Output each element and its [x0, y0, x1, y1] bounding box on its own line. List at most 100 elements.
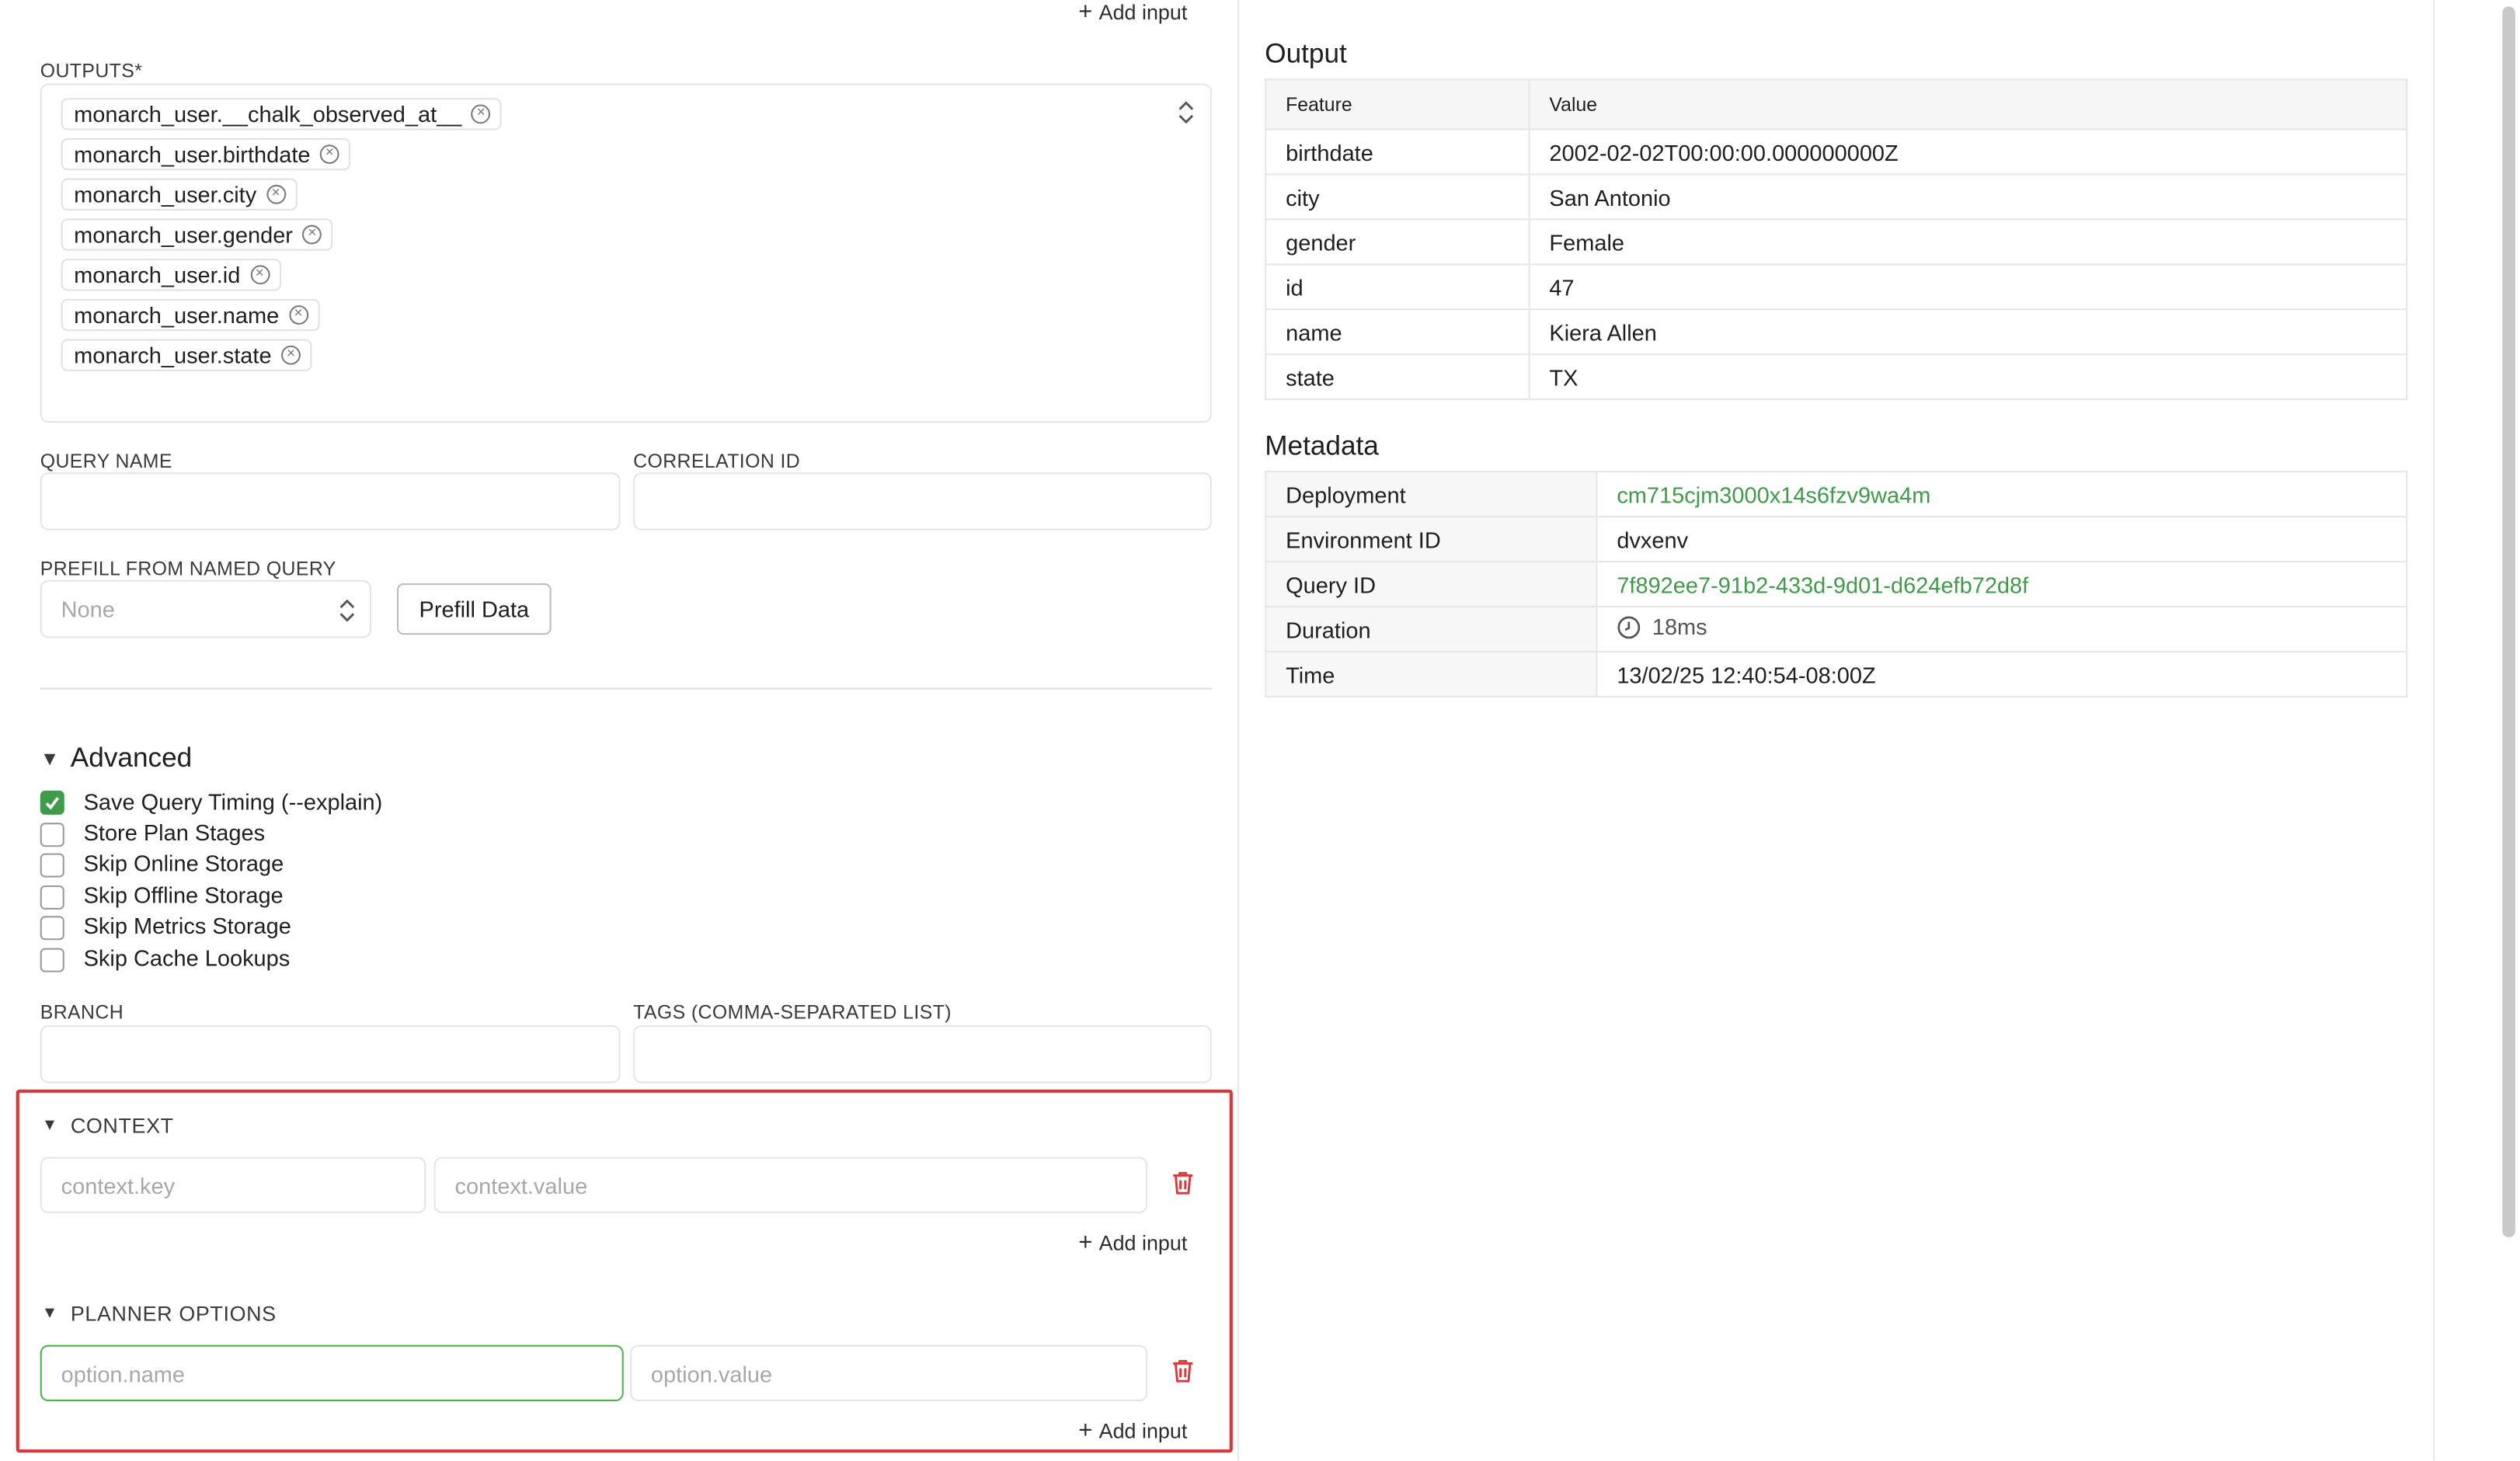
output-chip: monarch_user.__chalk_observed_at__ ✕	[61, 98, 503, 130]
value-cell: 47	[1528, 263, 2408, 311]
metadata-value: dvxenv	[1596, 516, 2408, 563]
table-row: Time 13/02/25 12:40:54-08:00Z	[1265, 650, 2408, 697]
caret-down-icon: ▼	[41, 1304, 58, 1323]
context-key-input[interactable]: context.key	[40, 1157, 426, 1214]
skip-online-storage-checkbox[interactable]	[40, 853, 64, 878]
chip-remove-icon[interactable]: ✕	[319, 144, 339, 165]
feature-cell: name	[1265, 308, 1530, 356]
save-query-timing-checkbox[interactable]	[40, 790, 64, 815]
table-row: birthdate 2002-02-02T00:00:00.000000000Z	[1265, 128, 2408, 176]
value-cell: Female	[1528, 218, 2408, 266]
plus-icon: +	[1078, 1417, 1093, 1445]
feature-column-header: Feature	[1265, 78, 1530, 130]
chip-label: monarch_user.birthdate	[74, 141, 311, 168]
add-input-label: Add input	[1098, 0, 1188, 25]
outputs-label: OUTPUTS*	[40, 59, 143, 82]
output-title: Output	[1265, 38, 1347, 69]
tags-label: TAGS (COMMA-SEPARATED LIST)	[633, 1000, 952, 1024]
skip-cache-lookups-checkbox[interactable]	[40, 948, 64, 972]
context-value-input[interactable]: context.value	[433, 1157, 1148, 1214]
table-row: city San Antonio	[1265, 173, 2408, 221]
output-chip: monarch_user.id ✕	[61, 259, 281, 291]
plus-icon: +	[1078, 0, 1093, 26]
table-row: name Kiera Allen	[1265, 308, 2408, 356]
value-cell: San Antonio	[1528, 173, 2408, 221]
add-input-button-top[interactable]: + Add input	[1078, 0, 1187, 24]
table-row: Duration 18ms	[1265, 605, 2408, 652]
value-cell: 2002-02-02T00:00:00.000000000Z	[1528, 128, 2408, 176]
store-plan-stages-label: Store Plan Stages	[83, 819, 266, 846]
metadata-key: Query ID	[1265, 561, 1598, 608]
table-header-row: Feature Value	[1265, 78, 2408, 130]
planner-options-toggle[interactable]: ▼ PLANNER OPTIONS	[42, 1302, 277, 1326]
table-row: state TX	[1265, 353, 2408, 401]
chip-label: monarch_user.state	[74, 342, 272, 368]
trash-icon[interactable]	[1171, 1170, 1194, 1195]
context-add-input-button[interactable]: + Add input	[1078, 1231, 1187, 1255]
output-chip: monarch_user.state ✕	[61, 339, 312, 371]
chip-label: monarch_user.city	[74, 181, 257, 207]
vertical-scrollbar[interactable]	[2502, 6, 2515, 1238]
table-row: id 47	[1265, 263, 2408, 311]
value-cell: Kiera Allen	[1528, 308, 2408, 356]
table-row: Query ID 7f892ee7-91b2-433d-9d01-d624efb…	[1265, 561, 2408, 608]
output-table: Feature Value birthdate 2002-02-02T00:00…	[1265, 78, 2408, 401]
add-input-label: Add input	[1098, 1418, 1188, 1443]
feature-cell: city	[1265, 173, 1530, 221]
prefill-named-query-select[interactable]: None	[40, 579, 371, 638]
skip-online-storage-label: Skip Online Storage	[83, 850, 284, 876]
save-query-timing-label: Save Query Timing (--explain)	[83, 788, 383, 815]
query-id-link[interactable]: 7f892ee7-91b2-433d-9d01-d624efb72d8f	[1596, 561, 2408, 608]
deployment-link[interactable]: cm715cjm3000x14s6fzv9wa4m	[1596, 471, 2408, 518]
query-name-label: QUERY NAME	[40, 450, 172, 473]
output-chip: monarch_user.gender ✕	[61, 218, 333, 251]
duration-value: 18ms	[1652, 614, 1707, 640]
skip-metrics-storage-checkbox[interactable]	[40, 916, 64, 941]
outputs-multiselect[interactable]: monarch_user.__chalk_observed_at__ ✕ mon…	[40, 83, 1212, 423]
value-column-header: Value	[1528, 78, 2408, 130]
prefill-data-button[interactable]: Prefill Data	[397, 583, 552, 635]
feature-cell: gender	[1265, 218, 1530, 266]
advanced-toggle[interactable]: ▼ Advanced	[40, 743, 193, 774]
chip-remove-icon[interactable]: ✕	[249, 265, 270, 285]
trash-icon[interactable]	[1171, 1358, 1194, 1383]
metadata-table: Deployment cm715cjm3000x14s6fzv9wa4m Env…	[1265, 471, 2408, 697]
sort-arrows-icon[interactable]	[1176, 99, 1196, 125]
chip-label: monarch_user.__chalk_observed_at__	[74, 101, 462, 127]
clock-icon	[1617, 616, 1641, 638]
option-value-input[interactable]: option.value	[630, 1344, 1148, 1402]
branch-input[interactable]	[40, 1024, 621, 1084]
caret-down-icon: ▼	[41, 1116, 58, 1135]
advanced-title: Advanced	[70, 742, 193, 774]
scroll-track-border	[2433, 0, 2435, 1461]
metadata-key: Duration	[1265, 605, 1598, 652]
correlation-id-input[interactable]	[633, 472, 1212, 530]
feature-cell: state	[1265, 353, 1530, 401]
sort-arrows-icon	[339, 599, 355, 622]
chip-remove-icon[interactable]: ✕	[280, 345, 301, 365]
metadata-title: Metadata	[1265, 430, 1379, 461]
context-toggle[interactable]: ▼ CONTEXT	[42, 1114, 174, 1138]
feature-cell: id	[1265, 263, 1530, 311]
table-row: gender Female	[1265, 218, 2408, 266]
checkmark-icon	[45, 797, 59, 810]
query-name-input[interactable]	[40, 472, 621, 530]
chip-remove-icon[interactable]: ✕	[288, 305, 308, 325]
feature-cell: birthdate	[1265, 128, 1530, 176]
planner-add-input-button[interactable]: + Add input	[1078, 1419, 1187, 1443]
store-plan-stages-checkbox[interactable]	[40, 823, 64, 847]
planner-options-title: PLANNER OPTIONS	[70, 1301, 277, 1326]
option-name-input[interactable]: option.name	[40, 1344, 624, 1402]
output-chip: monarch_user.name ✕	[61, 298, 319, 332]
chip-remove-icon[interactable]: ✕	[266, 184, 286, 204]
duration-cell: 18ms	[1596, 605, 2408, 652]
skip-cache-lookups-label: Skip Cache Lookups	[83, 944, 291, 971]
tags-input[interactable]	[633, 1024, 1212, 1084]
metadata-key: Deployment	[1265, 471, 1598, 518]
skip-offline-storage-checkbox[interactable]	[40, 885, 64, 910]
metadata-value: 13/02/25 12:40:54-08:00Z	[1596, 650, 2408, 697]
table-row: Deployment cm715cjm3000x14s6fzv9wa4m	[1265, 471, 2408, 518]
chip-remove-icon[interactable]: ✕	[471, 104, 491, 124]
value-cell: TX	[1528, 353, 2408, 401]
chip-remove-icon[interactable]: ✕	[302, 224, 322, 245]
